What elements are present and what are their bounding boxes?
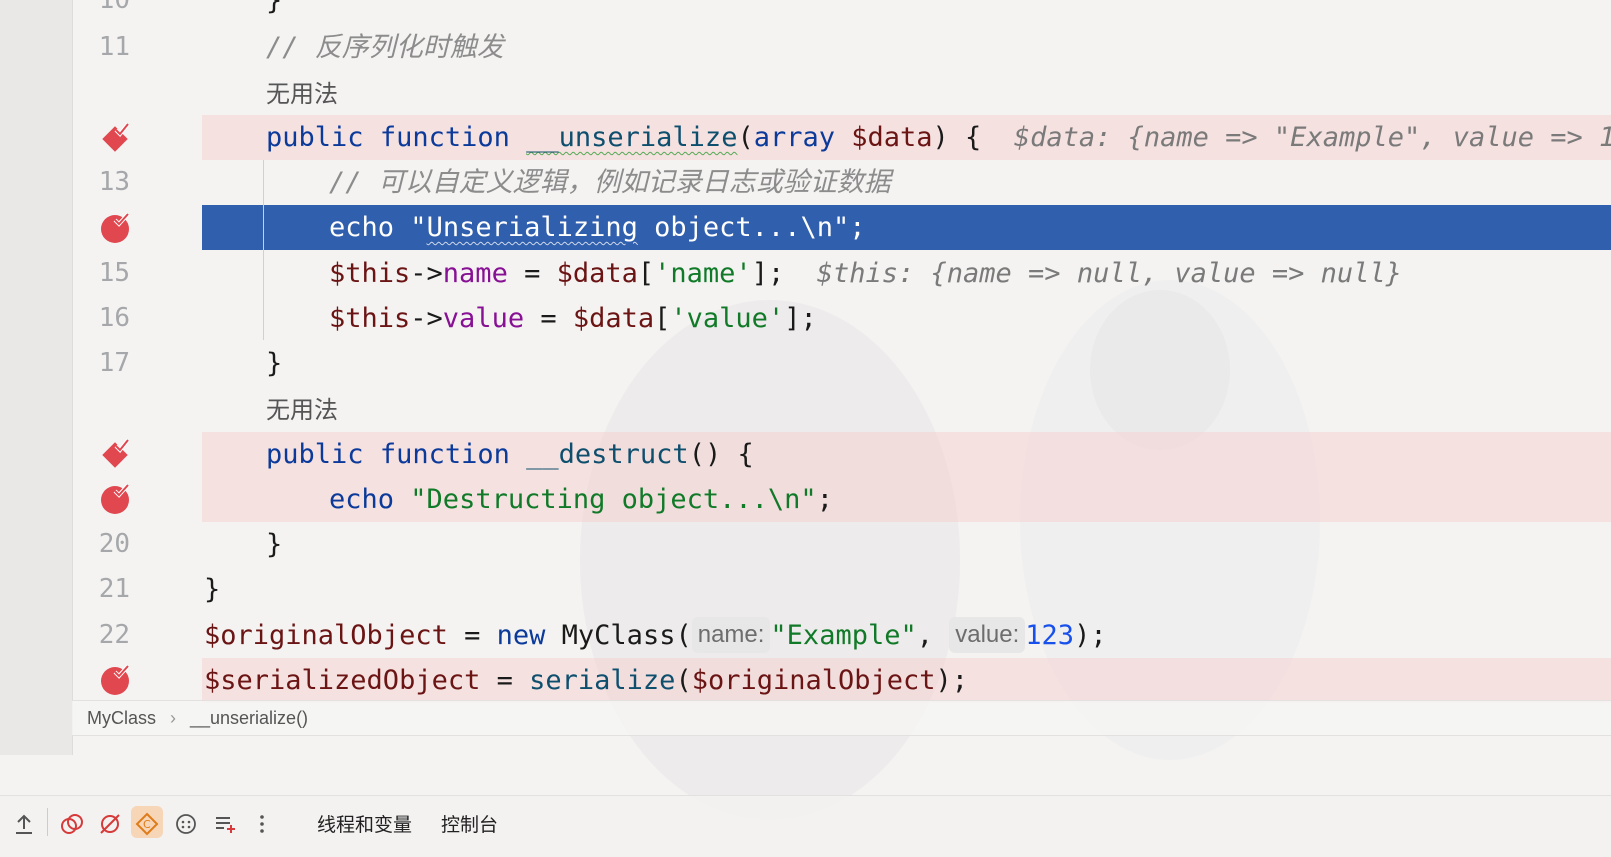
code-comment: // 可以自定义逻辑，例如记录日志或验证数据 xyxy=(329,167,891,198)
line-number: 13 xyxy=(98,167,130,197)
code-line-17: } xyxy=(266,348,283,379)
line-number: 11 xyxy=(98,32,130,62)
line-number: 10 xyxy=(98,0,130,15)
code-line-12: public function __unserialize(array $dat… xyxy=(266,115,1611,160)
parameter-hint: name: xyxy=(691,617,771,653)
parameter-hint: value: xyxy=(949,617,1026,653)
code-line-11: // 反序列化时触发 xyxy=(266,25,504,70)
line-number: 17 xyxy=(98,348,130,378)
code-line-19: echo "Destructing object...\n"; xyxy=(329,484,833,515)
usage-hint[interactable]: 无用法 xyxy=(266,72,338,117)
add-watch-icon[interactable] xyxy=(213,812,237,836)
svg-text:C: C xyxy=(143,818,151,831)
export-icon[interactable] xyxy=(12,812,36,836)
code-line-16: $this->value = $data['value']; xyxy=(329,303,817,334)
line-number: 22 xyxy=(98,620,130,650)
mute-breakpoints-icon[interactable] xyxy=(98,812,122,836)
debug-toolbar xyxy=(0,795,1611,857)
breadcrumb-separator: › xyxy=(170,708,176,728)
editor-gutter[interactable]: 10 11 13 15 16 17 20 21 22 xyxy=(72,0,202,717)
code-line-21: } xyxy=(204,574,221,605)
left-tool-strip xyxy=(0,0,73,755)
inline-debug-value[interactable]: $data: {name => "Example", value => 1 xyxy=(1014,122,1611,153)
code-line-20: } xyxy=(266,529,283,560)
code-editor[interactable] xyxy=(202,0,1611,717)
more-options-icon[interactable] xyxy=(250,812,274,836)
exception-breakpoint-icon[interactable]: C xyxy=(135,812,159,836)
line-number: 15 xyxy=(98,258,130,288)
usage-hint[interactable]: 无用法 xyxy=(266,388,338,433)
tab-console[interactable]: 控制台 xyxy=(441,810,498,837)
code-line-10: } xyxy=(266,0,283,16)
code-line-18: public function __destruct() { xyxy=(266,439,754,470)
code-line-15: $this->name = $data['name']; $this: {nam… xyxy=(329,258,1402,289)
code-line-22: $originalObject = new MyClass(name: "Exam… xyxy=(204,613,1107,658)
code-line-23: $serializedObject = serialize($originalO… xyxy=(204,665,969,696)
code-line-13: // 可以自定义逻辑，例如记录日志或验证数据 xyxy=(329,160,891,205)
code-comment: // 反序列化时触发 xyxy=(266,32,504,63)
toolbar-divider xyxy=(47,808,48,836)
view-breakpoints-icon[interactable] xyxy=(60,812,84,836)
code-line-14: echo "Unserializing object...\n"; xyxy=(329,212,866,243)
method-breakpoint-icon[interactable] xyxy=(100,438,132,470)
line-breakpoint-icon[interactable] xyxy=(100,664,132,696)
tab-threads-variables[interactable]: 线程和变量 xyxy=(317,810,412,837)
method-breakpoint-icon[interactable] xyxy=(100,122,132,154)
line-breakpoint-icon[interactable] xyxy=(100,212,132,244)
line-number: 21 xyxy=(98,574,130,604)
line-breakpoint-icon[interactable] xyxy=(100,483,132,515)
breadcrumb-class[interactable]: MyClass xyxy=(87,701,156,735)
breadcrumb-method[interactable]: __unserialize() xyxy=(190,701,308,735)
line-number: 20 xyxy=(98,529,130,559)
line-number: 16 xyxy=(98,303,130,333)
settings-dots-icon[interactable] xyxy=(174,812,198,836)
indent-guide xyxy=(263,160,264,340)
inline-debug-value[interactable]: $this: {name => null, value => null} xyxy=(817,258,1402,289)
breadcrumb: MyClass › __unserialize() xyxy=(72,700,1611,736)
